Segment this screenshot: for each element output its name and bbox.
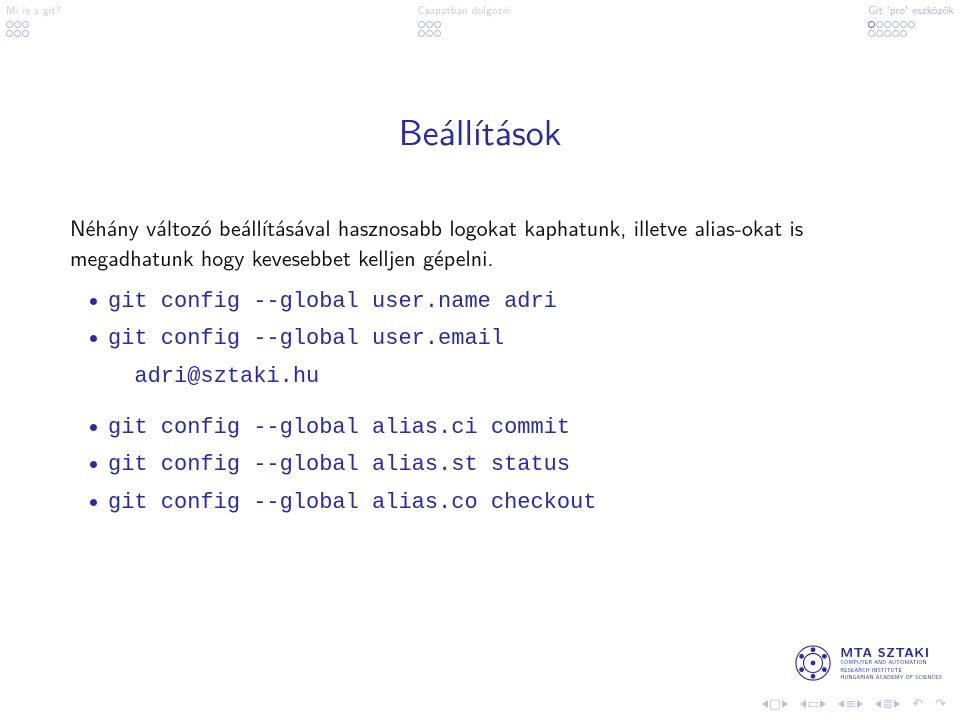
list-item: git config --global user.email adri@szta…: [90, 320, 890, 395]
logo-sub1: COMPUTER AND AUTOMATION: [840, 660, 942, 666]
beamer-nav: □ ▭ ≡ ≣ ↶ ↷: [762, 697, 946, 710]
slide-paragraph: Néhány változó beállításával hasznosabb …: [70, 212, 890, 273]
bullet-list: git config --global user.name adri git c…: [70, 283, 890, 395]
nav-section-prev-next[interactable]: ≣: [875, 697, 900, 710]
list-item: git config --global alias.co checkout: [90, 484, 890, 521]
logo-sub3: HUNGARIAN ACADEMY OF SCIENCES: [840, 675, 942, 681]
list-item: git config --global alias.st status: [90, 446, 890, 483]
section-2-label: Csapatban dolgozni: [416, 2, 513, 18]
section-1[interactable]: Mi is a git?: [4, 0, 63, 44]
nav-frame-prev-next[interactable]: ▭: [800, 697, 826, 710]
nav-slide-prev-next[interactable]: □: [762, 697, 788, 710]
bullet-list: git config --global alias.ci commit git …: [70, 409, 890, 521]
section-1-dots: [4, 21, 63, 37]
slide-body: Beállítások Néhány változó beállításával…: [0, 44, 960, 680]
section-2-dots: [416, 21, 513, 37]
list-item: git config --global alias.ci commit: [90, 409, 890, 446]
org-logo: MTA SZTAKI COMPUTER AND AUTOMATION RESEA…: [794, 644, 942, 682]
nav-search[interactable]: ↷: [935, 697, 946, 710]
section-2[interactable]: Csapatban dolgozni: [416, 0, 513, 44]
section-3[interactable]: Git 'pro' eszközök: [866, 0, 956, 44]
section-3-dots: [866, 21, 956, 37]
nav-back-forward[interactable]: ↶: [912, 697, 923, 710]
logo-name: MTA SZTAKI: [840, 645, 942, 658]
section-1-label: Mi is a git?: [4, 2, 63, 18]
sztaki-logo-icon: [794, 644, 832, 682]
slide-title: Beállítások: [70, 104, 890, 157]
org-logo-text: MTA SZTAKI COMPUTER AND AUTOMATION RESEA…: [840, 645, 942, 681]
list-item: git config --global user.name adri: [90, 283, 890, 320]
section-nav: Mi is a git? Csapatban dolgozni Git 'pro…: [0, 0, 960, 44]
nav-subsection-prev-next[interactable]: ≡: [838, 697, 863, 710]
section-3-label: Git 'pro' eszközök: [866, 2, 956, 18]
